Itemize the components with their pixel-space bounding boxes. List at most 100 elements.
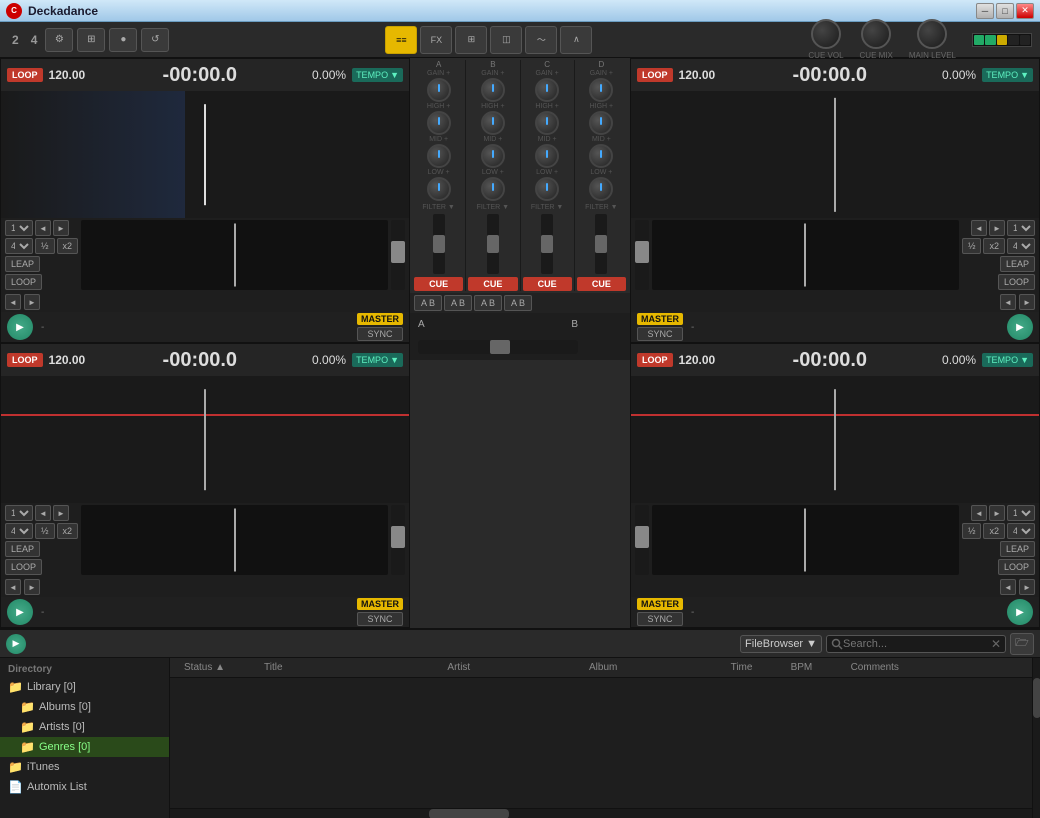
browser-play-btn[interactable]: ▶ xyxy=(6,634,26,654)
deck-b-top-nav-left[interactable]: ◄ xyxy=(1000,294,1016,310)
ch-c-low-knob[interactable] xyxy=(535,177,559,201)
deck-b-top-leap-btn[interactable]: LEAP xyxy=(1000,256,1035,272)
deck-a-top-fader[interactable] xyxy=(391,220,405,290)
col-header-title[interactable]: Title xyxy=(256,660,439,675)
close-button[interactable]: ✕ xyxy=(1016,3,1034,19)
ch-a-mid-knob[interactable] xyxy=(427,144,451,168)
h-scrollbar[interactable] xyxy=(170,808,1032,818)
deck-b-bottom-x2-btn[interactable]: x2 xyxy=(983,523,1005,539)
mixer-mode-fx[interactable]: FX xyxy=(420,26,452,54)
v-scrollbar[interactable] xyxy=(1032,658,1040,818)
deck-b-top-select-1[interactable]: 1 xyxy=(1007,220,1035,236)
deck-a-bottom-tempo-btn[interactable]: TEMPO ▼ xyxy=(352,353,403,367)
file-browser-dropdown[interactable]: FileBrowser ▼ xyxy=(740,635,822,653)
deck-b-bottom-arrow-left[interactable]: ◄ xyxy=(971,505,987,521)
ch-c-gain-knob[interactable] xyxy=(535,78,559,102)
deck-b-bottom-fader[interactable] xyxy=(635,505,649,575)
deck-b-top-select-4[interactable]: 4 xyxy=(1007,238,1035,254)
ch-b-gain-knob[interactable] xyxy=(481,78,505,102)
deck-a-top-nav-right[interactable]: ► xyxy=(24,294,40,310)
deck-a-top-loop-ctrl-btn[interactable]: LOOP xyxy=(5,274,42,290)
deck-b-bottom-loop-btn[interactable]: LOOP xyxy=(637,353,673,367)
ch-a-high-knob[interactable] xyxy=(427,111,451,135)
deck-a-bottom-x2-btn[interactable]: x2 xyxy=(57,523,79,539)
deck-b-bottom-select-4[interactable]: 4 xyxy=(1007,523,1035,539)
ch-a-cue-btn[interactable]: CUE xyxy=(414,277,463,291)
col-header-time[interactable]: Time xyxy=(723,660,783,675)
mixer-mode-eq[interactable]: ≡≡ xyxy=(385,26,417,54)
deck-b-top-loop-btn[interactable]: LOOP xyxy=(637,68,673,82)
deck-b-bottom-select-1[interactable]: 1 xyxy=(1007,505,1035,521)
col-header-album[interactable]: Album xyxy=(581,660,723,675)
deck-b-top-play-btn[interactable]: ▶ xyxy=(1007,314,1033,340)
deck-b-bottom-sync-badge[interactable]: SYNC xyxy=(637,612,683,626)
deck-a-top-arrow-right[interactable]: ► xyxy=(53,220,69,236)
ch-b-fader[interactable] xyxy=(487,214,499,274)
ch-b-ab-assign[interactable]: A B xyxy=(444,295,472,311)
record-button[interactable]: ● xyxy=(109,28,137,52)
ch-a-low-knob[interactable] xyxy=(427,177,451,201)
ch-d-low-knob[interactable] xyxy=(589,177,613,201)
ch-b-mid-knob[interactable] xyxy=(481,144,505,168)
deck-a-bottom-arrow-left[interactable]: ◄ xyxy=(35,505,51,521)
mixer-mode-env[interactable]: ∧ xyxy=(560,26,592,54)
loop-button[interactable]: ↺ xyxy=(141,28,169,52)
ch-c-fader[interactable] xyxy=(541,214,553,274)
sidebar-item-automix[interactable]: 📄 Automix List xyxy=(0,777,169,797)
ch-c-ab-assign[interactable]: A B xyxy=(474,295,502,311)
col-header-artist[interactable]: Artist xyxy=(439,660,581,675)
deck-a-top-leap-btn[interactable]: LEAP xyxy=(5,256,40,272)
deck-b-top-fader[interactable] xyxy=(635,220,649,290)
deck-b-bottom-nav-left[interactable]: ◄ xyxy=(1000,579,1016,595)
cue-vol-knob[interactable] xyxy=(811,19,841,49)
mixer-mode-split[interactable]: ◫ xyxy=(490,26,522,54)
deck-b-bottom-leap-btn[interactable]: LEAP xyxy=(1000,541,1035,557)
deck-a-top-master-badge[interactable]: MASTER xyxy=(357,313,403,325)
settings-button[interactable]: ⚙ xyxy=(45,28,73,52)
cue-mix-knob[interactable] xyxy=(861,19,891,49)
ch-d-cue-btn[interactable]: CUE xyxy=(577,277,626,291)
ch-c-cue-btn[interactable]: CUE xyxy=(523,277,572,291)
deck-b-top-arrow-right[interactable]: ► xyxy=(989,220,1005,236)
deck-b-bottom-arrow-right[interactable]: ► xyxy=(989,505,1005,521)
deck-b-top-half-btn[interactable]: ½ xyxy=(962,238,982,254)
deck-a-bottom-loop-btn[interactable]: LOOP xyxy=(7,353,43,367)
ch-d-high-knob[interactable] xyxy=(589,111,613,135)
deck-b-bottom-master-badge[interactable]: MASTER xyxy=(637,598,683,610)
deck-a-bottom-nav-left[interactable]: ◄ xyxy=(5,579,21,595)
ch-d-gain-knob[interactable] xyxy=(589,78,613,102)
sidebar-item-albums[interactable]: 📁 Albums [0] xyxy=(0,697,169,717)
ch-b-low-knob[interactable] xyxy=(481,177,505,201)
deck-a-top-sync-badge[interactable]: SYNC xyxy=(357,327,403,341)
ch-d-fader[interactable] xyxy=(595,214,607,274)
deck-a-bottom-loop-ctrl-btn[interactable]: LOOP xyxy=(5,559,42,575)
sidebar-item-itunes[interactable]: 📁 iTunes xyxy=(0,757,169,777)
ch-c-high-knob[interactable] xyxy=(535,111,559,135)
deck-a-bottom-half-btn[interactable]: ½ xyxy=(35,523,55,539)
ch-a-ab-assign[interactable]: A B xyxy=(414,295,442,311)
deck-a-bottom-sync-badge[interactable]: SYNC xyxy=(357,612,403,626)
deck-a-top-arrow-left[interactable]: ◄ xyxy=(35,220,51,236)
deck-a-bottom-fader[interactable] xyxy=(391,505,405,575)
deck-a-bottom-play-btn[interactable]: ▶ xyxy=(7,599,33,625)
maximize-button[interactable]: □ xyxy=(996,3,1014,19)
deck-a-top-x2-btn[interactable]: x2 xyxy=(57,238,79,254)
deck-b-bottom-play-btn[interactable]: ▶ xyxy=(1007,599,1033,625)
deck-a-bottom-nav-right[interactable]: ► xyxy=(24,579,40,595)
deck-a-bottom-arrow-right[interactable]: ► xyxy=(53,505,69,521)
deck-b-top-arrow-left[interactable]: ◄ xyxy=(971,220,987,236)
ch-d-ab-assign[interactable]: A B xyxy=(504,295,532,311)
deck-a-bottom-select-4[interactable]: 4 xyxy=(5,523,33,539)
mixer-mode-wave[interactable]: 〜 xyxy=(525,26,557,54)
sidebar-item-library[interactable]: 📁 Library [0] xyxy=(0,677,169,697)
deck-b-top-nav-right[interactable]: ► xyxy=(1019,294,1035,310)
deck-b-top-sync-badge[interactable]: SYNC xyxy=(637,327,683,341)
ch-c-mid-knob[interactable] xyxy=(535,144,559,168)
deck-a-top-loop-btn[interactable]: LOOP xyxy=(7,68,43,82)
deck-b-bottom-half-btn[interactable]: ½ xyxy=(962,523,982,539)
deck-a-bottom-master-badge[interactable]: MASTER xyxy=(357,598,403,610)
crossfader-track[interactable] xyxy=(418,340,578,354)
main-level-knob[interactable] xyxy=(917,19,947,49)
minimize-button[interactable]: ─ xyxy=(976,3,994,19)
deck-b-bottom-nav-right[interactable]: ► xyxy=(1019,579,1035,595)
